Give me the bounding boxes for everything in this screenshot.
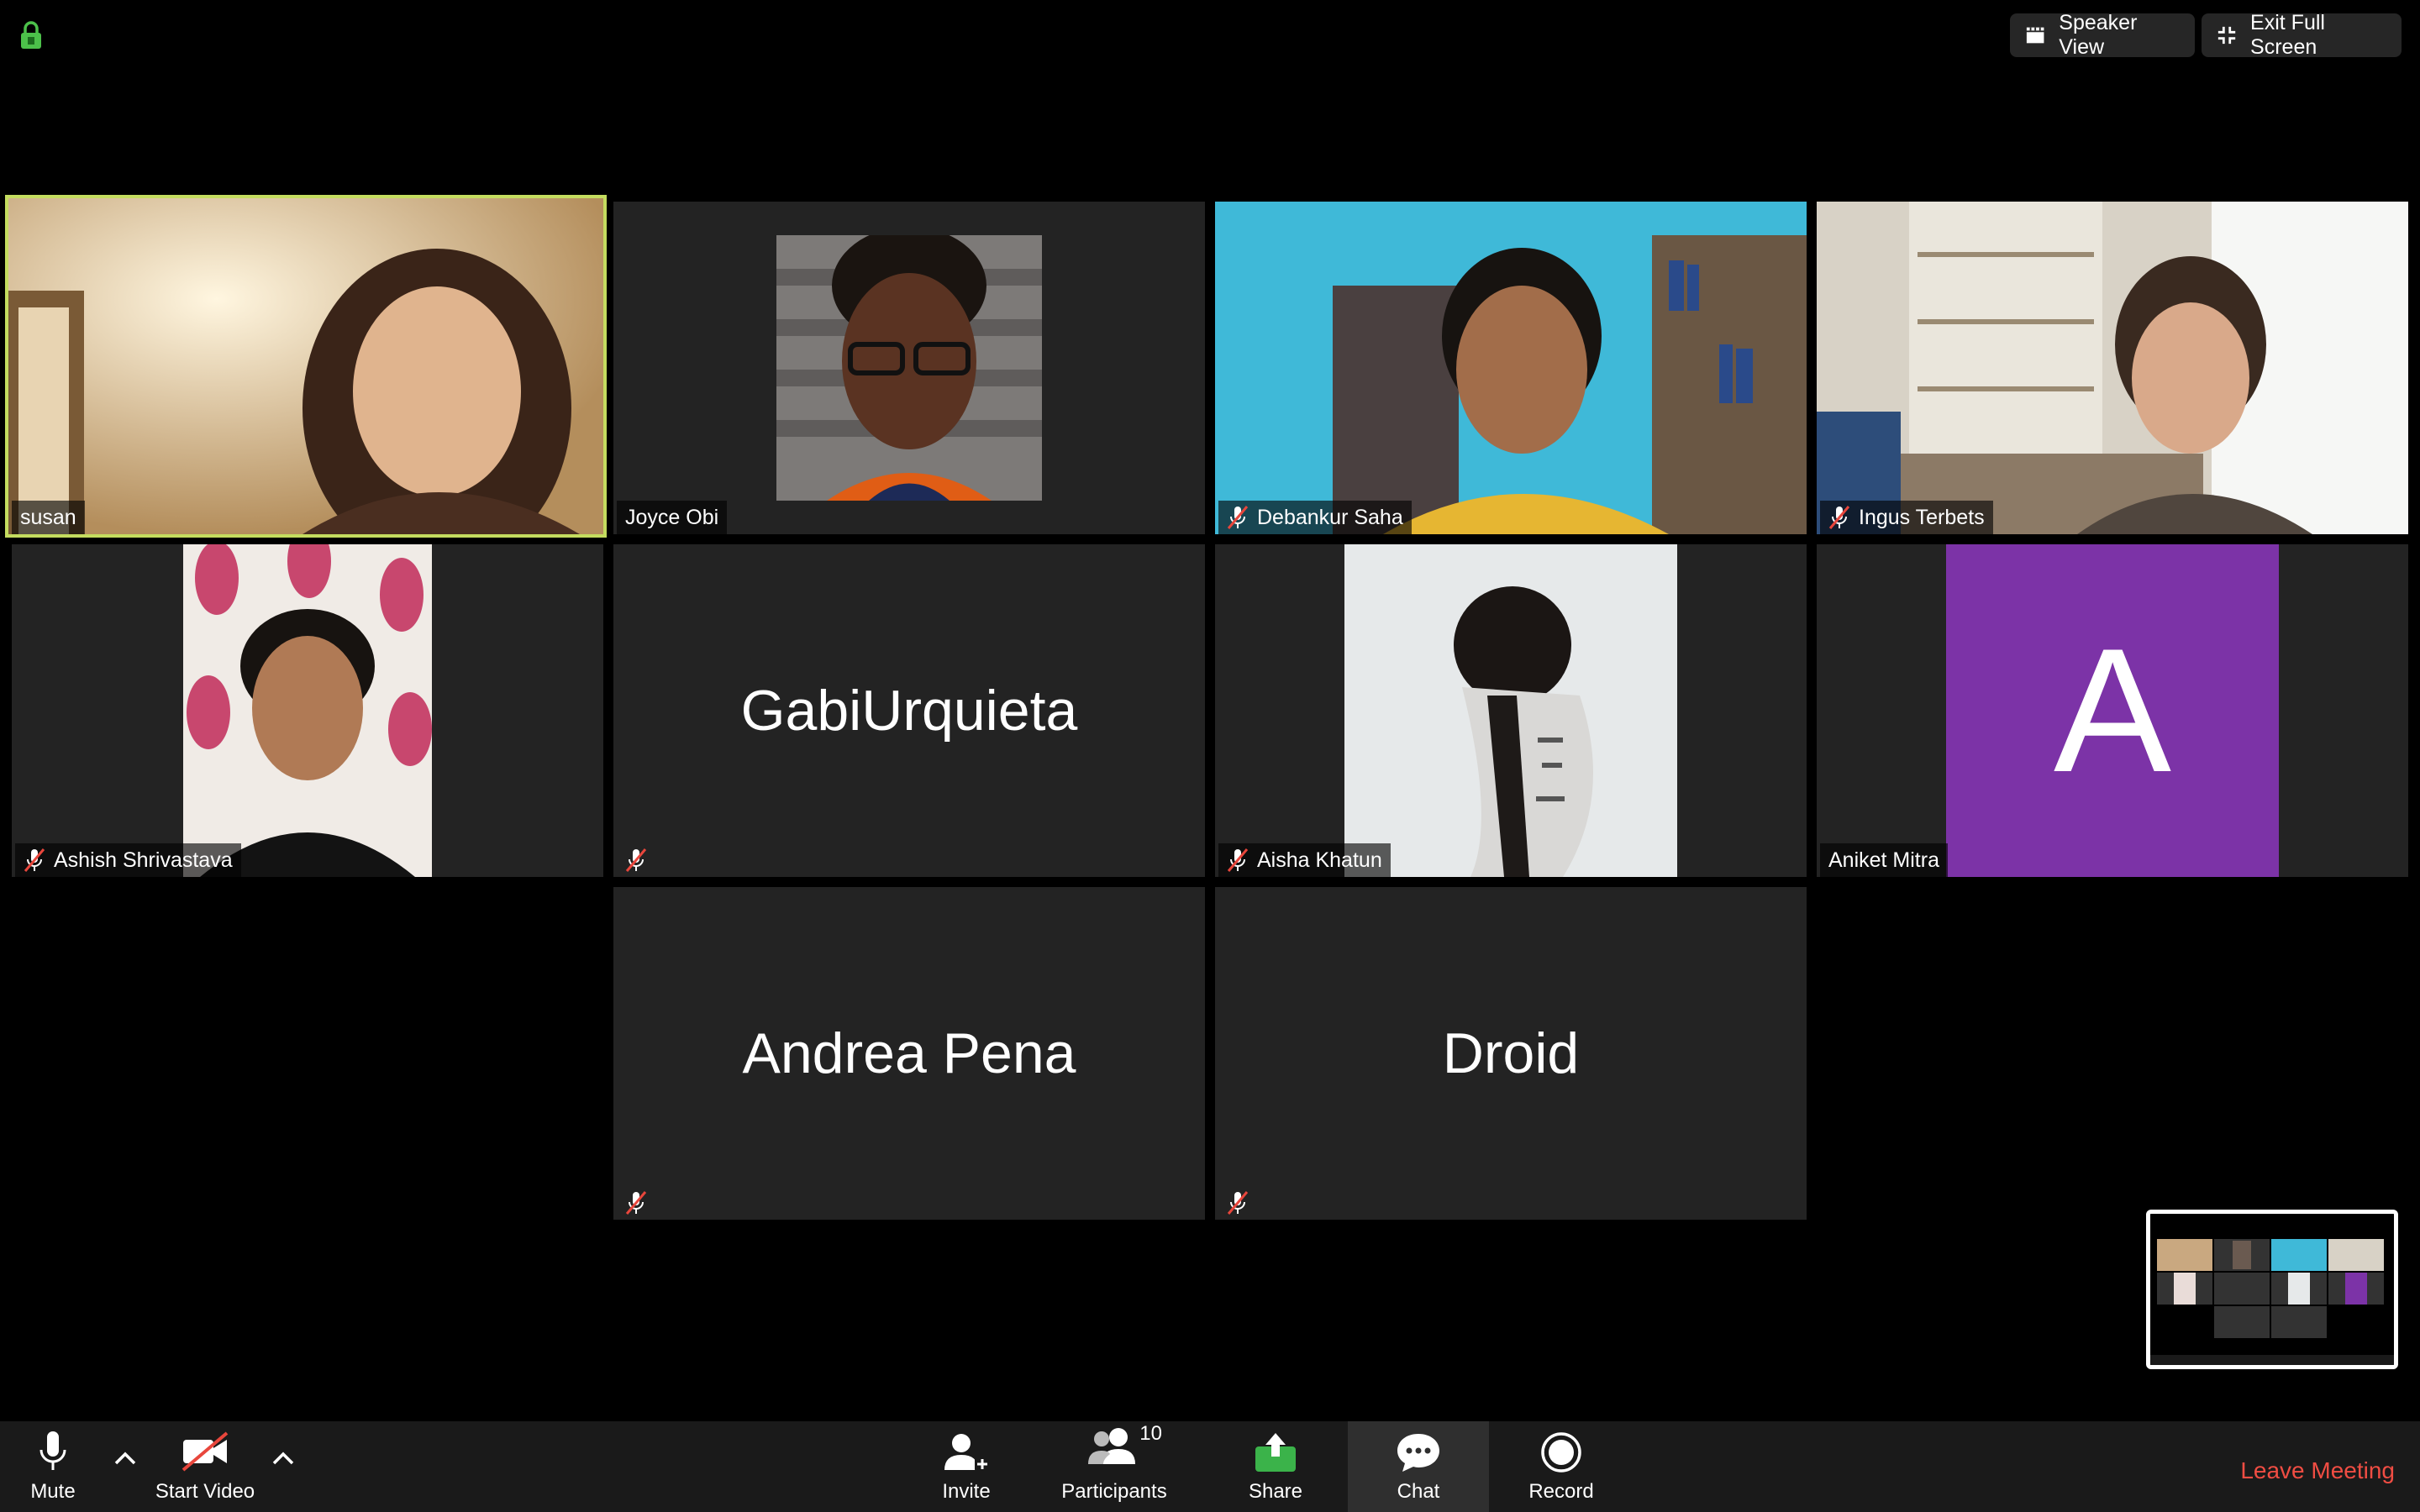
microphone-icon	[39, 1431, 66, 1470]
participant-name: Debankur Saha	[1257, 505, 1403, 529]
meeting-toolbar	[0, 1421, 2420, 1512]
participants-count-badge: 10	[1139, 1422, 1162, 1445]
participant-name-tag: Aisha Khatun	[1218, 843, 1391, 877]
participant-name: Aisha Khatun	[1257, 848, 1382, 872]
exit-fullscreen-label: Exit Full Screen	[2250, 11, 2325, 59]
record-icon	[1541, 1432, 1581, 1473]
video-tile-debankur-saha[interactable]: Debankur Saha	[1215, 202, 1807, 534]
mute-button[interactable]: Mute	[17, 1421, 89, 1512]
speaker-view-icon	[2026, 27, 2044, 44]
video-tile-ingus-terbets[interactable]: Ingus Terbets	[1817, 202, 2408, 534]
video-tile-joyce-obi[interactable]: Joyce Obi	[613, 202, 1205, 534]
self-view-thumbnail[interactable]	[2146, 1210, 2398, 1369]
video-tile-gabiurquieta[interactable]: GabiUrquieta	[613, 544, 1205, 877]
participant-name-tag	[1218, 1186, 1257, 1220]
video-tile-ashish-shrivastava[interactable]: Ashish Shrivastava	[12, 544, 603, 877]
participant-name-tag	[617, 1186, 655, 1220]
video-tile-droid[interactable]: Droid	[1215, 887, 1807, 1220]
chat-label: Chat	[1397, 1480, 1440, 1503]
start-video-button[interactable]: Start Video	[148, 1421, 262, 1512]
participant-name: Aniket Mitra	[1828, 848, 1939, 872]
exit-fullscreen-button[interactable]: Exit Full Screen	[2202, 11, 2402, 59]
video-tile-andrea-pena[interactable]: Andrea Pena	[613, 887, 1205, 1220]
muted-mic-icon	[1828, 506, 1850, 529]
muted-mic-icon	[1227, 848, 1249, 872]
mute-label: Mute	[30, 1480, 76, 1503]
audio-options-chevron-icon[interactable]	[111, 1445, 139, 1473]
participant-name: susan	[20, 505, 76, 529]
participant-video	[1817, 202, 2408, 534]
participant-name-tag: Debankur Saha	[1218, 501, 1412, 534]
exit-fullscreen-icon	[2217, 26, 2236, 45]
participants-label: Participants	[1061, 1480, 1167, 1503]
record-label: Record	[1528, 1480, 1594, 1503]
muted-mic-icon	[625, 1191, 647, 1215]
participant-profile-picture	[776, 235, 1042, 501]
chat-icon	[1397, 1434, 1439, 1472]
participant-name: Ingus Terbets	[1859, 505, 1985, 529]
participant-video	[8, 198, 603, 534]
speaker-view-label: Speaker View	[2059, 11, 2138, 59]
participant-display-name: Droid	[1442, 1021, 1580, 1085]
participant-video	[1344, 544, 1677, 877]
participant-name-tag	[617, 843, 655, 877]
participant-display-name: Andrea Pena	[742, 1021, 1076, 1085]
muted-mic-icon	[1227, 1191, 1249, 1215]
participant-name: Ashish Shrivastava	[54, 848, 233, 872]
invite-label: Invite	[942, 1480, 991, 1503]
share-screen-icon	[1255, 1433, 1296, 1472]
muted-mic-icon	[24, 848, 45, 872]
video-tile-susan[interactable]: susan	[5, 195, 607, 538]
chat-button[interactable]: Chat	[1348, 1421, 1489, 1512]
participant-name: Joyce Obi	[625, 505, 719, 529]
participant-name-tag: Ingus Terbets	[1820, 501, 1993, 534]
leave-meeting-button[interactable]: Leave Meeting	[2240, 1457, 2395, 1484]
record-button[interactable]: Record	[1519, 1421, 1603, 1512]
muted-mic-icon	[625, 848, 647, 872]
avatar: A	[1946, 544, 2279, 877]
video-tile-aisha-khatun[interactable]: Aisha Khatun	[1215, 544, 1807, 877]
participant-video	[183, 544, 432, 877]
share-label: Share	[1248, 1480, 1303, 1503]
video-options-chevron-icon[interactable]	[269, 1445, 297, 1473]
video-tile-aniket-mitra[interactable]: A Aniket Mitra	[1817, 544, 2408, 877]
add-person-icon	[944, 1434, 990, 1472]
participant-name-tag: Joyce Obi	[617, 501, 728, 534]
invite-button[interactable]: Invite	[924, 1421, 1008, 1512]
participant-video	[1215, 202, 1807, 534]
participant-name-tag: Ashish Shrivastava	[15, 843, 241, 877]
participants-button[interactable]: 10 Participants	[1055, 1421, 1173, 1512]
participant-display-name: GabiUrquieta	[740, 679, 1078, 743]
muted-mic-icon	[1227, 506, 1249, 529]
video-camera-off-icon	[182, 1431, 229, 1472]
start-video-label: Start Video	[155, 1480, 255, 1503]
gallery-preview	[2150, 1214, 2394, 1365]
participant-name-tag: Aniket Mitra	[1820, 843, 1948, 877]
encryption-lock-icon[interactable]	[18, 20, 44, 50]
participant-name-tag: susan	[12, 501, 85, 534]
share-screen-button[interactable]: Share	[1235, 1421, 1316, 1512]
speaker-view-button[interactable]: Speaker View	[2010, 11, 2195, 59]
participants-icon	[1088, 1428, 1135, 1464]
